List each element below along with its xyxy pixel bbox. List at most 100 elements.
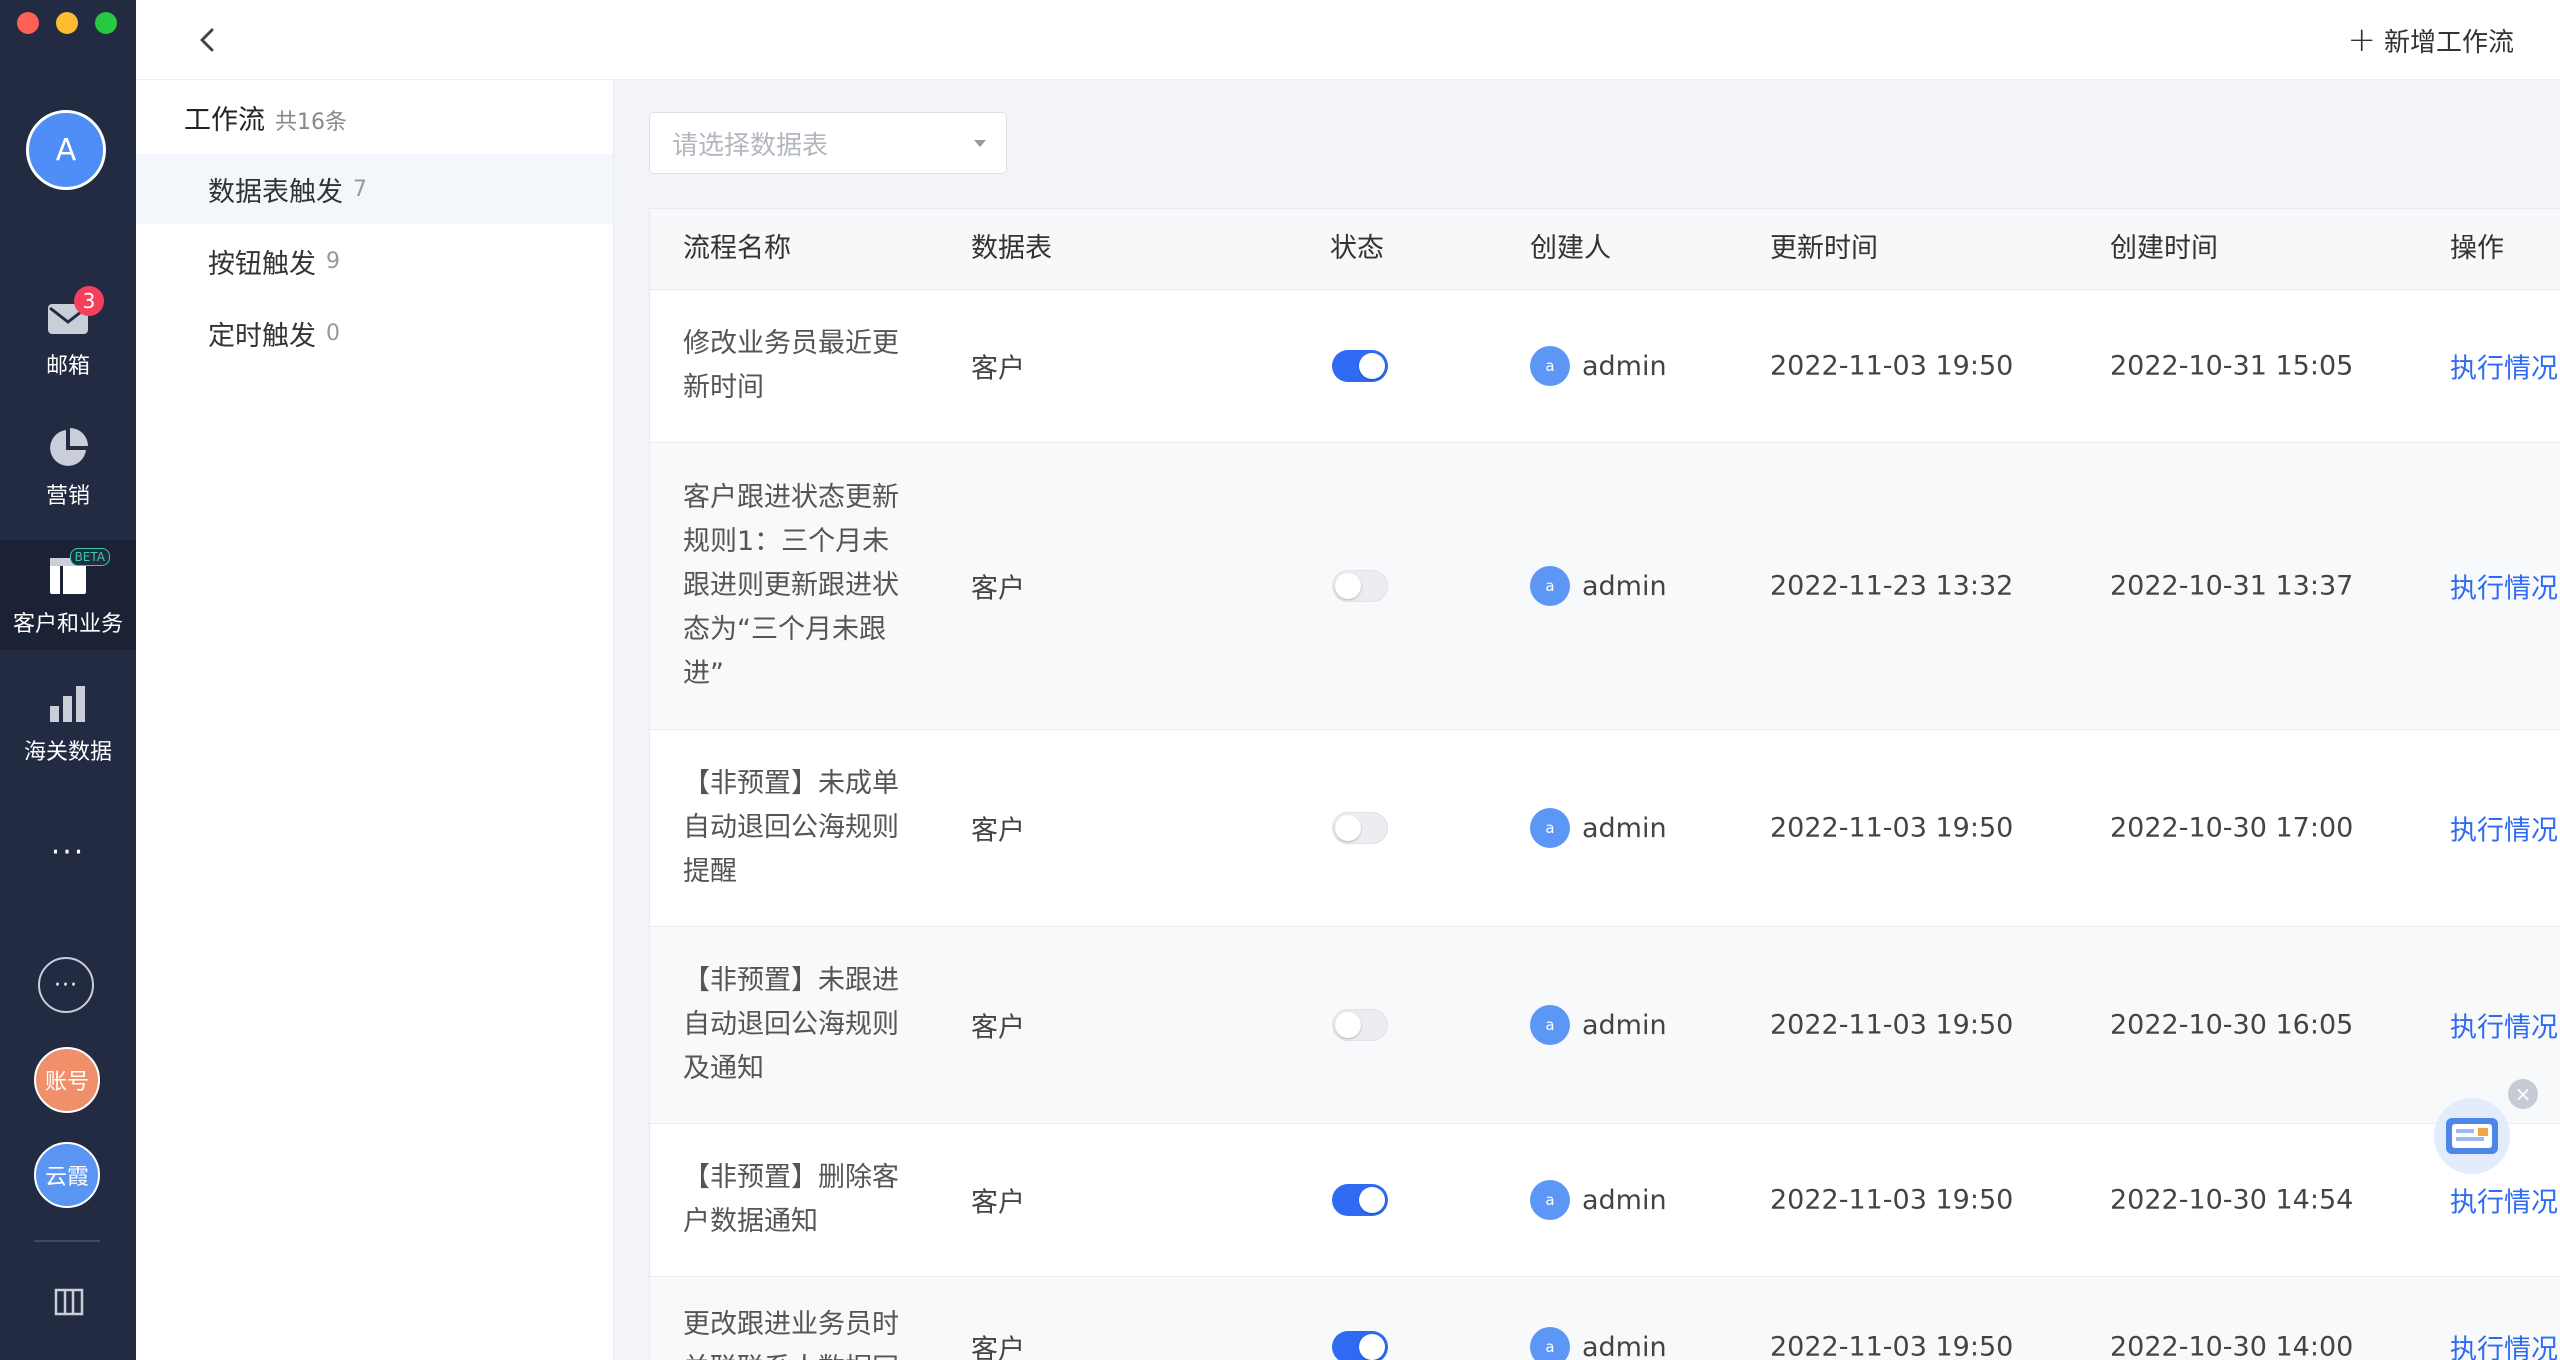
data-table-cell: 客户	[971, 573, 1025, 605]
status-toggle[interactable]	[1332, 350, 1388, 382]
category-total: 共16条	[275, 110, 347, 135]
execution-status-link[interactable]: 执行情况	[2450, 1181, 2558, 1220]
data-table-cell: 客户	[971, 1334, 1025, 1360]
pie-chart-icon	[46, 426, 90, 470]
column-header-creator[interactable]: 创建人	[1530, 209, 1611, 289]
minimize-window-button[interactable]	[56, 12, 78, 34]
workflow-name[interactable]: 【非预置】未成单 自动退回公海规则 提醒	[683, 762, 923, 894]
window-controls	[17, 12, 117, 34]
status-toggle[interactable]	[1332, 1009, 1388, 1041]
table-row: 更改跟进业务员时关联联系人数据同客户aadmin2022-11-03 19:50…	[650, 1277, 2560, 1360]
creator-name: admin	[1582, 812, 1667, 844]
creator-cell: a admin	[1530, 1327, 1667, 1360]
execution-status-link[interactable]: 执行情况	[2450, 347, 2558, 386]
layout-columns-icon[interactable]	[54, 1287, 84, 1321]
workflow-name-line: 关联联系人数据同	[683, 1347, 923, 1360]
column-header-updated[interactable]: 更新时间	[1770, 209, 1878, 289]
more-options-button[interactable]: ···	[38, 957, 94, 1013]
toggle-knob	[1359, 353, 1385, 379]
workflow-name-line: 【非预置】未跟进	[683, 965, 899, 996]
nav-item-mail[interactable]: 3 邮箱	[0, 286, 136, 380]
customer-business-icon: BETA	[46, 548, 110, 598]
workflow-name-line: 【非预置】未成单	[683, 768, 899, 799]
nav-item-customs-data[interactable]: 海关数据	[0, 682, 136, 766]
column-header-created[interactable]: 创建时间	[2110, 209, 2218, 289]
status-toggle[interactable]	[1332, 812, 1388, 844]
workflow-name-line: 修改业务员最近更	[683, 328, 899, 359]
execution-status-link[interactable]: 执行情况	[2450, 1006, 2558, 1045]
chevron-left-icon	[200, 28, 214, 52]
back-button[interactable]	[190, 22, 226, 58]
creator-name: admin	[1582, 350, 1667, 382]
category-item-timer-trigger[interactable]: 定时触发 0	[136, 298, 613, 368]
cloud-user-button[interactable]: 云霞	[34, 1142, 100, 1208]
workflow-name[interactable]: 更改跟进业务员时关联联系人数据同	[683, 1303, 923, 1360]
more-nav-button[interactable]: ···	[0, 835, 136, 870]
maximize-window-button[interactable]	[95, 12, 117, 34]
category-item-button-trigger[interactable]: 按钮触发 9	[136, 226, 613, 296]
creator-avatar: a	[1530, 1180, 1570, 1220]
column-header-table[interactable]: 数据表	[971, 209, 1052, 289]
execution-status-link[interactable]: 执行情况	[2450, 809, 2558, 848]
mail-icon: 3	[46, 286, 104, 340]
execution-status-link[interactable]: 执行情况	[2450, 567, 2558, 606]
created-time: 2022-10-31 15:05	[2110, 350, 2354, 382]
updated-time: 2022-11-03 19:50	[1770, 812, 2014, 844]
creator-avatar: a	[1530, 566, 1570, 606]
creator-cell: a admin	[1530, 1005, 1667, 1045]
column-header-status[interactable]: 状态	[1330, 209, 1384, 289]
bar-chart-icon	[46, 682, 90, 726]
status-toggle[interactable]	[1332, 1184, 1388, 1216]
app-sidebar: A 3 邮箱 营销 BETA 客户和业务 海关数据 ··· ··· 账号 云霞	[0, 0, 136, 1360]
unread-badge: 3	[74, 286, 104, 316]
updated-time: 2022-11-03 19:50	[1770, 1009, 2014, 1041]
workflow-table: 流程名称 数据表 状态 创建人 更新时间 创建时间 操作 修改业务员最近更 新时间…	[649, 208, 2560, 1360]
creator-cell: a admin	[1530, 346, 1667, 386]
table-row: 修改业务员最近更 新时间 客户 a admin 2022-11-03 19:50 2022-…	[650, 290, 2560, 443]
workflow-name[interactable]: 【非预置】删除客 户数据通知	[683, 1156, 923, 1244]
status-toggle[interactable]	[1332, 1331, 1388, 1360]
add-workflow-button[interactable]: + 新增工作流	[2347, 20, 2514, 60]
workflow-name[interactable]: 客户跟进状态更新 规则1：三个月未 跟进则更新跟进状 态为“三个月未跟 进”	[683, 476, 923, 696]
workflow-name-line: 态为“三个月未跟	[683, 614, 886, 645]
created-time: 2022-10-31 13:37	[2110, 570, 2354, 602]
table-row: 客户跟进状态更新 规则1：三个月未 跟进则更新跟进状 态为“三个月未跟 进” 客户 a adm…	[650, 443, 2560, 730]
category-header: 工作流 共16条	[184, 98, 347, 137]
add-workflow-label: 新增工作流	[2383, 27, 2514, 58]
data-table-select[interactable]: 请选择数据表	[649, 112, 1007, 174]
toggle-knob	[1359, 1334, 1385, 1360]
account-button[interactable]: 账号	[34, 1047, 100, 1113]
category-item-table-trigger[interactable]: 数据表触发 7	[136, 154, 613, 224]
nav-item-marketing[interactable]: 营销	[0, 426, 136, 510]
nav-label: 邮箱	[45, 354, 90, 379]
category-label: 数据表触发	[208, 176, 343, 208]
close-window-button[interactable]	[17, 12, 39, 34]
workflow-name[interactable]: 修改业务员最近更 新时间	[683, 322, 923, 410]
workflow-name-line: 更改跟进业务员时	[683, 1309, 899, 1340]
column-header-name[interactable]: 流程名称	[683, 209, 791, 289]
category-label: 按钮触发	[208, 248, 316, 280]
execution-status-link[interactable]: 执行情况	[2450, 1328, 2558, 1360]
creator-cell: a admin	[1530, 808, 1667, 848]
workflow-name-line: 【非预置】删除客	[683, 1162, 899, 1193]
user-avatar[interactable]: A	[26, 110, 106, 190]
updated-time: 2022-11-03 19:50	[1770, 350, 2014, 382]
creator-cell: a admin	[1530, 1180, 1667, 1220]
category-count: 0	[326, 320, 340, 346]
creator-avatar: a	[1530, 346, 1570, 386]
data-table-cell: 客户	[971, 1012, 1025, 1044]
assistant-widget[interactable]	[2432, 1096, 2512, 1176]
category-title: 工作流	[184, 105, 265, 136]
close-icon[interactable]: ×	[2508, 1079, 2538, 1109]
status-toggle[interactable]	[1332, 570, 1388, 602]
nav-item-customer-business[interactable]: BETA 客户和业务	[0, 540, 136, 650]
top-bar: + 新增工作流	[136, 0, 2560, 80]
creator-name: admin	[1582, 1331, 1667, 1360]
created-time: 2022-10-30 14:00	[2110, 1331, 2354, 1360]
select-placeholder: 请选择数据表	[672, 130, 829, 161]
created-time: 2022-10-30 16:05	[2110, 1009, 2354, 1041]
column-header-action: 操作	[2450, 233, 2504, 264]
workflow-name[interactable]: 【非预置】未跟进 自动退回公海规则 及通知	[683, 959, 923, 1091]
toggle-knob	[1335, 815, 1361, 841]
data-table-cell: 客户	[971, 1187, 1025, 1219]
